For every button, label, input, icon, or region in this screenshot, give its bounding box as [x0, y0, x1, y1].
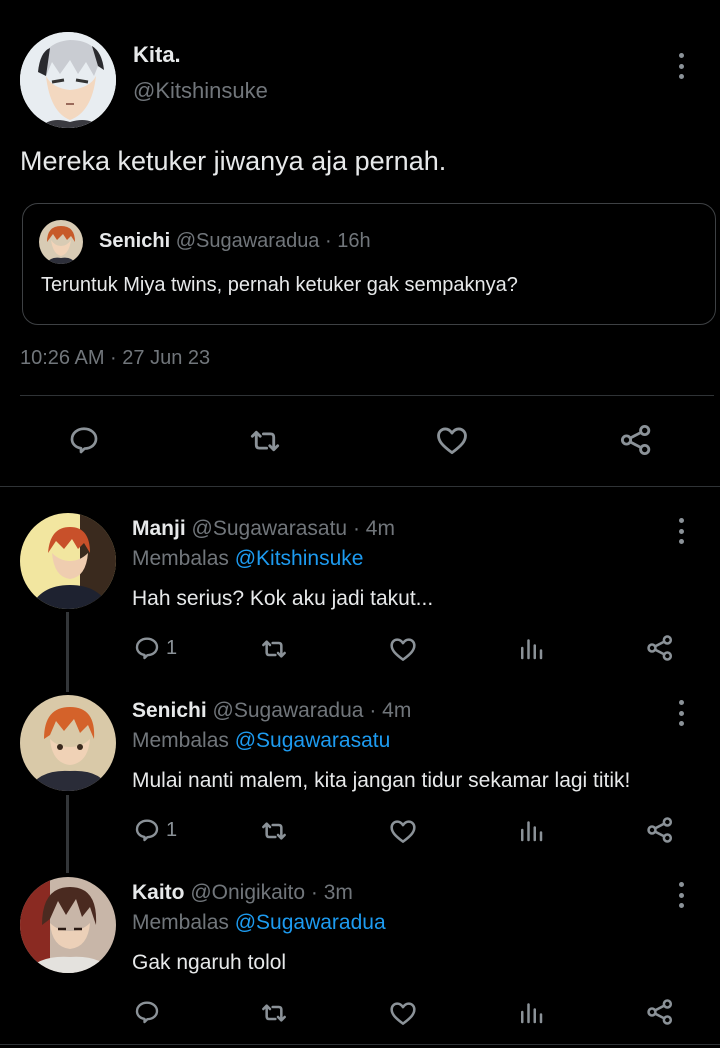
reply-text: Mulai nanti malem, kita jangan tidur sek…: [132, 769, 631, 792]
quote-text: Teruntuk Miya twins, pernah ketuker gak …: [41, 274, 518, 296]
like-icon[interactable]: [387, 633, 419, 665]
author-handle[interactable]: @Kitshinsuke: [133, 78, 268, 104]
reply-author-handle[interactable]: @Sugawarasatu: [192, 517, 348, 540]
reply-author-name[interactable]: Kaito: [132, 881, 185, 904]
divider: [20, 395, 714, 396]
more-options-icon[interactable]: [676, 882, 686, 908]
reply-text: Hah serius? Kok aku jadi takut...: [132, 587, 434, 610]
reply-text: Gak ngaruh tolol: [132, 951, 287, 974]
more-options-icon[interactable]: [676, 700, 686, 726]
reply-count: 1: [166, 637, 178, 659]
views-icon[interactable]: [516, 815, 546, 845]
reply-time: · 4m: [369, 699, 412, 722]
tweet-text: Mereka ketuker jiwanya aja pernah.: [20, 146, 447, 176]
retweet-icon[interactable]: [258, 997, 290, 1029]
reply-avatar[interactable]: [20, 513, 116, 609]
more-options-icon[interactable]: [676, 518, 686, 544]
views-icon[interactable]: [516, 633, 546, 663]
replying-to-link[interactable]: @Sugawarasatu: [235, 729, 391, 752]
share-icon[interactable]: [617, 421, 655, 459]
like-icon[interactable]: [387, 997, 419, 1029]
reply-icon[interactable]: [66, 422, 102, 458]
more-options-icon[interactable]: [676, 53, 686, 79]
retweet-icon[interactable]: [258, 815, 290, 847]
reply-icon[interactable]: [132, 997, 162, 1027]
reply-avatar-image: [20, 513, 116, 609]
reply-avatar[interactable]: [20, 695, 116, 791]
reply-avatar[interactable]: [20, 877, 116, 973]
reply-author-handle[interactable]: @Sugawaradua: [213, 699, 364, 722]
thread-line: [66, 795, 69, 873]
quote-time: · 16h: [325, 230, 371, 252]
quoted-tweet[interactable]: Senichi @Sugawaradua · 16h Teruntuk Miya…: [22, 203, 716, 325]
like-icon[interactable]: [433, 421, 471, 459]
share-icon[interactable]: [644, 632, 676, 664]
divider: [0, 486, 720, 487]
replying-to-link[interactable]: @Sugawaradua: [235, 911, 386, 934]
like-icon[interactable]: [387, 815, 419, 847]
reply-avatar-image: [20, 877, 116, 973]
reply-time: · 3m: [310, 881, 353, 904]
thread-line: [66, 612, 69, 692]
tweet-timestamp: 10:26 AM · 27 Jun 23: [20, 347, 211, 369]
reply-author-handle[interactable]: @Onigikaito: [190, 881, 305, 904]
replying-to-link[interactable]: @Kitshinsuke: [235, 547, 364, 570]
reply-count: 1: [166, 819, 178, 841]
replying-label: Membalas: [132, 547, 229, 570]
quote-author-name: Senichi: [99, 230, 171, 252]
replying-label: Membalas: [132, 729, 229, 752]
views-icon[interactable]: [516, 997, 546, 1027]
share-icon[interactable]: [644, 814, 676, 846]
reply-icon[interactable]: [132, 815, 162, 845]
share-icon[interactable]: [644, 996, 676, 1028]
reply-avatar-image: [20, 695, 116, 791]
replying-label: Membalas: [132, 911, 229, 934]
retweet-icon[interactable]: [258, 633, 290, 665]
quote-author-avatar-image: [39, 220, 83, 264]
quote-author-avatar: [39, 220, 83, 264]
reply-icon[interactable]: [132, 633, 162, 663]
author-name[interactable]: Kita.: [133, 42, 181, 68]
author-avatar-image: [20, 32, 116, 128]
quote-author-handle: @Sugawaradua: [175, 230, 320, 252]
reply-author-name[interactable]: Manji: [132, 517, 186, 540]
author-avatar[interactable]: [20, 32, 116, 128]
reply-author-name[interactable]: Senichi: [132, 699, 207, 722]
reply-time: · 4m: [352, 517, 395, 540]
divider: [0, 1044, 720, 1045]
retweet-icon[interactable]: [246, 422, 284, 460]
